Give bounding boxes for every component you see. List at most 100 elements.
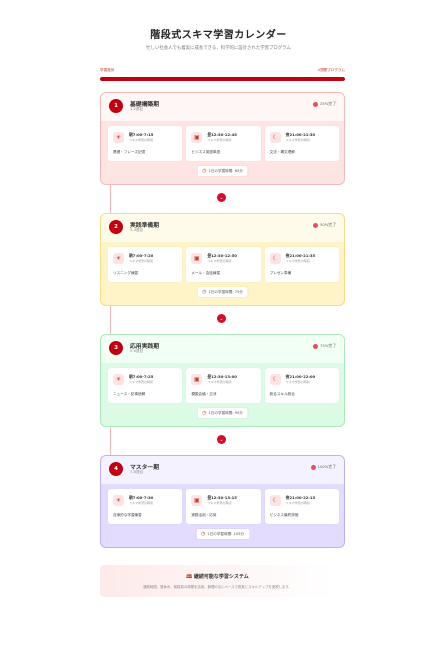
page-title: 階段式スキマ学習カレンダー — [150, 30, 287, 41]
slot-night[interactable]: ☾ 夜21:00-22:15 スキマ学習の時間 ビジネス最終評価 — [264, 489, 339, 524]
footer-title-label: 継続可能な学習システム — [193, 574, 249, 580]
chevron-down-icon: ⌄ — [217, 314, 226, 323]
slot-task: 模擬会議・交渉 — [191, 392, 217, 396]
progress-bar — [100, 77, 345, 81]
sun-icon: ☀ — [113, 374, 124, 385]
phase-card-1: 1 基礎構築期 1-2週目 25%完了 ☀ 朝7:00-7:15 スキマ学習の時… — [100, 92, 345, 185]
time-slots: ☀ 朝7:00-7:20 スキマ学習の時間 リスニング練習 ▣ 昼12:30-1… — [108, 247, 339, 282]
sun-icon: ☀ — [113, 253, 124, 264]
clock-icon: ◷ — [202, 168, 207, 174]
progress-dot-icon — [310, 464, 316, 470]
slot-task: メール・会話練習 — [191, 271, 221, 275]
moon-icon: ☾ — [269, 374, 281, 385]
phase-progress-label: 100%完了 — [317, 464, 336, 469]
phase-weeks: 7-8週目 — [130, 470, 144, 474]
progress-label-right: 4週間プログラム — [317, 68, 345, 72]
daily-total: ◷ 1日の学習時間: 60分 — [197, 166, 248, 176]
clock-icon: ◷ — [200, 531, 206, 537]
briefcase-icon: ▣ — [191, 495, 203, 506]
phase-weeks: 5-6週目 — [130, 349, 144, 353]
slot-task: ニュース・記事読解 — [113, 392, 146, 396]
slot-night[interactable]: ☾ 夜21:00-21:30 スキマ学習の時間 文法・構文理解 — [264, 126, 339, 161]
phase-number-badge: 1 — [109, 99, 123, 113]
slot-task: リスニング練習 — [113, 271, 139, 275]
phase-progress-label: 75%完了 — [319, 343, 336, 348]
time-slots: ☀ 朝7:00-7:25 スキマ学習の時間 ニュース・記事読解 ▣ 昼12:30… — [108, 368, 339, 403]
phase-header: 1 基礎構築期 1-2週目 25%完了 — [101, 93, 344, 121]
daily-total: ◷ 1日の学習時間: 75分 — [197, 287, 248, 297]
progress-dot-icon — [312, 222, 318, 228]
phase-header: 4 マスター期 7-8週目 100%完了 — [101, 456, 344, 484]
phase-progress: 25%完了 — [312, 101, 336, 107]
slot-morning[interactable]: ☀ 朝7:00-7:20 スキマ学習の時間 リスニング練習 — [108, 247, 183, 282]
briefcase-icon: ▣ — [191, 132, 203, 143]
chevron-down-icon: ⌄ — [217, 435, 226, 444]
slot-note: スキマ学習の時間 — [285, 259, 310, 263]
daily-total-label: 1日の学習時間: 60分 — [208, 168, 243, 173]
footer-info-box: 🕮 継続可能な学習システム 通勤時間、昼休み、就寝前の時間を活用。無理のないペー… — [100, 565, 335, 597]
slot-morning[interactable]: ☀ 朝7:00-7:30 スキマ学習の時間 自律的な学習練習 — [108, 489, 183, 524]
time-slots: ☀ 朝7:00-7:30 スキマ学習の時間 自律的な学習練習 ▣ 昼12:30-… — [108, 489, 339, 524]
slot-noon[interactable]: ▣ 昼12:30-12:50 スキマ学習の時間 メール・会話練習 — [186, 247, 261, 282]
phase-weeks: 3-4週目 — [130, 228, 144, 232]
slot-task: 自律的な学習練習 — [113, 513, 142, 517]
book-icon: 🕮 — [186, 574, 193, 580]
slot-task: ビジネス英語単語 — [191, 150, 221, 154]
progress-label-left: 学習進捗 — [100, 68, 115, 72]
phase-card-2: 2 実践準備期 3-4週目 50%完了 ☀ 朝7:00-7:20 スキマ学習の時… — [100, 213, 345, 306]
phase-header: 2 実践準備期 3-4週目 50%完了 — [101, 214, 344, 242]
phase-progress-label: 50%完了 — [319, 222, 336, 227]
phase-number-badge: 3 — [109, 341, 123, 355]
slot-note: スキマ学習の時間 — [129, 259, 154, 263]
footer-title: 🕮 継続可能な学習システム — [100, 573, 335, 582]
moon-icon: ☾ — [269, 132, 281, 143]
clock-icon: ◷ — [202, 289, 207, 295]
slot-note: スキマ学習の時間 — [207, 501, 232, 505]
slot-note: スキマ学習の時間 — [129, 380, 154, 384]
slot-note: スキマ学習の時間 — [207, 138, 232, 142]
phase-weeks: 1-2週目 — [130, 107, 144, 111]
phase-card-4: 4 マスター期 7-8週目 100%完了 ☀ 朝7:00-7:30 スキマ学習の… — [100, 455, 345, 548]
progress-dot-icon — [312, 343, 318, 349]
slot-note: スキマ学習の時間 — [129, 501, 154, 505]
phase-progress: 50%完了 — [312, 222, 336, 228]
moon-icon: ☾ — [269, 495, 281, 506]
slot-night[interactable]: ☾ 夜21:00-21:35 スキマ学習の時間 プレゼン準備 — [264, 247, 339, 282]
phase-progress: 75%完了 — [312, 343, 336, 349]
phase-header: 3 応用実践期 5-6週目 75%完了 — [101, 335, 344, 363]
daily-total: ◷ 1日の学習時間: 90分 — [197, 408, 248, 418]
slot-task: 実務活用・応用 — [191, 513, 217, 517]
daily-total-label: 1日の学習時間: 90分 — [208, 410, 243, 415]
slot-note: スキマ学習の時間 — [285, 380, 310, 384]
slot-task: 文法・構文理解 — [269, 150, 295, 154]
slot-noon[interactable]: ▣ 昼12:30-13:15 スキマ学習の時間 実務活用・応用 — [186, 489, 261, 524]
daily-total-label: 1日の学習時間: 75分 — [208, 289, 243, 294]
slot-morning[interactable]: ☀ 朝7:00-7:25 スキマ学習の時間 ニュース・記事読解 — [108, 368, 183, 403]
phase-card-3: 3 応用実践期 5-6週目 75%完了 ☀ 朝7:00-7:25 スキマ学習の時… — [100, 334, 345, 427]
briefcase-icon: ▣ — [191, 253, 203, 264]
footer-text: 通勤時間、昼休み、就寝前の時間を活用。無理のないペースで着実にスキルアップを実現… — [143, 585, 292, 589]
daily-total: ◷ 1日の学習時間: 105分 — [195, 529, 250, 539]
slot-task: 総合スキル統合 — [269, 392, 295, 396]
slot-note: スキマ学習の時間 — [207, 259, 232, 263]
phase-number-badge: 2 — [109, 220, 123, 234]
progress-fill — [100, 77, 345, 81]
page-subtitle: 忙しい社会人でも着実に成長できる、科学的に設計された学習プログラム — [146, 46, 291, 51]
slot-note: スキマ学習の時間 — [285, 501, 310, 505]
slot-note: スキマ学習の時間 — [129, 138, 154, 142]
time-slots: ☀ 朝7:00-7:15 スキマ学習の時間 基礎・フレーズ記憶 ▣ 昼12:30… — [108, 126, 339, 161]
briefcase-icon: ▣ — [191, 374, 203, 385]
phase-progress-label: 25%完了 — [319, 101, 336, 106]
slot-noon[interactable]: ▣ 昼12:30-13:00 スキマ学習の時間 模擬会議・交渉 — [186, 368, 261, 403]
slot-noon[interactable]: ▣ 昼12:30-12:45 スキマ学習の時間 ビジネス英語単語 — [186, 126, 261, 161]
daily-total-label: 1日の学習時間: 105分 — [207, 531, 245, 536]
sun-icon: ☀ — [113, 495, 124, 506]
chevron-down-icon: ⌄ — [217, 193, 226, 202]
slot-night[interactable]: ☾ 夜21:00-22:00 スキマ学習の時間 総合スキル統合 — [264, 368, 339, 403]
phase-number-badge: 4 — [109, 462, 123, 476]
slot-note: スキマ学習の時間 — [207, 380, 232, 384]
slot-task: 基礎・フレーズ記憶 — [113, 150, 146, 154]
slot-task: ビジネス最終評価 — [269, 513, 299, 517]
moon-icon: ☾ — [269, 253, 281, 264]
slot-morning[interactable]: ☀ 朝7:00-7:15 スキマ学習の時間 基礎・フレーズ記憶 — [108, 126, 183, 161]
